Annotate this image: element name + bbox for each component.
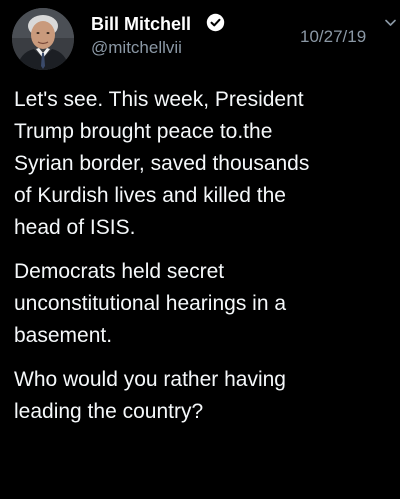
display-name[interactable]: Bill Mitchell	[91, 14, 191, 35]
user-handle[interactable]: @mitchellvii	[91, 38, 182, 58]
tweet-card[interactable]: Bill Mitchell @mitchellvii 10/27/19 Let'…	[0, 0, 400, 499]
text-line: Who would you rather having	[14, 368, 286, 391]
text-line: Democrats held secret	[14, 260, 225, 283]
tweet-timestamp[interactable]: 10/27/19	[300, 27, 366, 47]
text-line: unconstitutional hearings in a	[14, 292, 287, 315]
text-line: head of ISIS.	[14, 216, 136, 239]
text-line: Let's see. This week, President	[14, 88, 304, 111]
text-line: Syrian border, saved thousands	[14, 152, 310, 175]
avatar-portrait-icon	[12, 8, 74, 70]
text-line: of Kurdish lives and killed the	[14, 184, 286, 207]
tweet-text: Let's see. This week, President Trump br…	[14, 84, 394, 440]
tweet-paragraph: Democrats held secret unconstitutional h…	[14, 256, 394, 352]
text-line: basement.	[14, 324, 113, 347]
tweet-paragraph: Let's see. This week, President Trump br…	[14, 84, 394, 244]
tweet-paragraph: Who would you rather having leading the …	[14, 364, 394, 428]
verified-badge-icon	[206, 13, 225, 32]
chevron-down-icon[interactable]	[385, 19, 396, 27]
text-line: Trump brought peace to.the	[14, 120, 273, 143]
avatar[interactable]	[12, 8, 74, 70]
text-line: leading the country?	[14, 400, 204, 423]
